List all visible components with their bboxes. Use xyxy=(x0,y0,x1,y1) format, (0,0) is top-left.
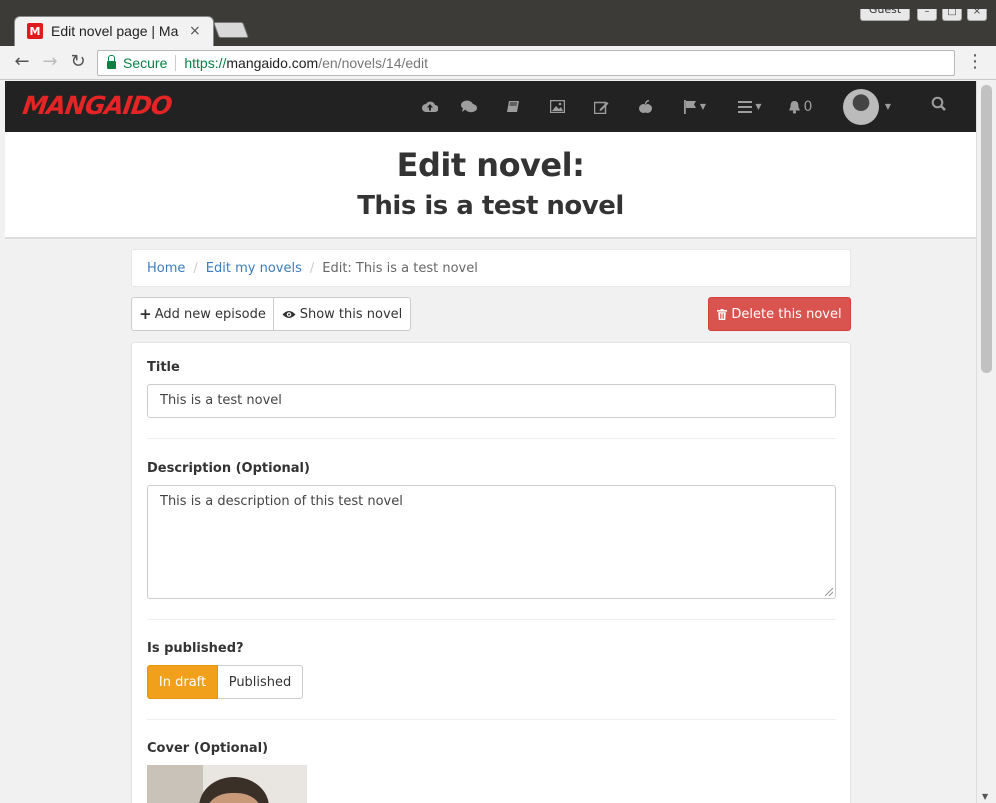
breadcrumb: Home / Edit my novels / Edit: This is a … xyxy=(131,249,851,287)
page-scrollbar[interactable]: ▼ xyxy=(976,81,996,803)
apple-icon[interactable] xyxy=(623,81,667,132)
page-title: Edit novel: xyxy=(396,146,585,184)
trash-icon xyxy=(717,308,728,320)
book-icon[interactable] xyxy=(491,81,535,132)
url-path: /en/novels/14/edit xyxy=(318,55,428,71)
title-input[interactable]: This is a test novel xyxy=(147,384,836,418)
description-text: This is a description of this test novel xyxy=(160,494,403,509)
edit-novel-form: Title This is a test novel Description (… xyxy=(131,342,851,803)
favicon-icon: M xyxy=(27,23,43,39)
title-label: Title xyxy=(147,360,180,375)
flag-dropdown-button[interactable]: ▼ xyxy=(667,81,723,132)
window-maximize-button[interactable]: □ xyxy=(942,9,962,21)
address-separator xyxy=(175,55,177,71)
breadcrumb-current: Edit: This is a test novel xyxy=(322,260,478,276)
published-label: Is published? xyxy=(147,641,244,656)
menu-dropdown-button[interactable]: ▼ xyxy=(723,81,777,132)
page-header: Edit novel: This is a test novel xyxy=(5,132,976,239)
chevron-down-icon: ▼ xyxy=(699,102,707,111)
tab-close-icon[interactable]: × xyxy=(189,23,201,39)
resize-handle-icon[interactable] xyxy=(825,588,833,596)
published-toggle[interactable]: Published xyxy=(218,665,303,699)
url-scheme: https:// xyxy=(184,55,227,71)
breadcrumb-separator: / xyxy=(309,260,315,276)
guest-profile-button[interactable]: Guest xyxy=(860,9,910,21)
user-menu-button[interactable]: ▼ xyxy=(823,81,891,132)
tab-title: Edit novel page | Ma xyxy=(51,23,179,39)
avatar xyxy=(842,88,879,125)
breadcrumb-home[interactable]: Home xyxy=(147,261,185,276)
lock-icon xyxy=(107,55,116,69)
browser-tab-content[interactable]: M Edit novel page | Ma × xyxy=(22,16,210,46)
eye-icon xyxy=(282,310,296,318)
reload-icon[interactable]: ↻ xyxy=(66,50,90,74)
plus-icon: + xyxy=(139,305,152,323)
menu-icon xyxy=(738,100,753,113)
add-episode-button[interactable]: + Add new episode xyxy=(131,297,274,331)
site-logo[interactable]: MANGAIDO xyxy=(21,91,173,120)
window-close-button[interactable]: × xyxy=(967,9,987,21)
cover-image[interactable] xyxy=(147,765,307,803)
forward-icon[interactable]: → xyxy=(38,50,62,74)
divider xyxy=(147,719,836,720)
delete-novel-label: Delete this novel xyxy=(731,306,842,322)
page-subtitle: This is a test novel xyxy=(357,191,624,221)
show-novel-button[interactable]: Show this novel xyxy=(273,297,411,331)
window-minimize-button[interactable]: – xyxy=(917,9,937,21)
chevron-down-icon: ▼ xyxy=(755,102,762,111)
browser-menu-icon[interactable]: ⋮ xyxy=(966,51,984,73)
scrollbar-thumb[interactable] xyxy=(981,85,992,373)
image-icon[interactable] xyxy=(535,81,579,132)
cover-label: Cover (Optional) xyxy=(147,741,269,756)
comments-icon[interactable] xyxy=(447,81,491,132)
address-bar[interactable]: Secure https:// mangaido.com /en/novels/… xyxy=(97,50,955,76)
scroll-down-icon[interactable]: ▼ xyxy=(982,792,988,801)
show-novel-label: Show this novel xyxy=(299,306,403,322)
edit-icon[interactable] xyxy=(579,81,623,132)
new-tab-button[interactable] xyxy=(213,22,249,38)
in-draft-toggle[interactable]: In draft xyxy=(147,665,218,699)
description-label: Description (Optional) xyxy=(147,461,310,476)
upload-icon[interactable] xyxy=(413,81,447,132)
page-viewport: MANGAIDO ▼ ▼ 0 ▼ Edit novel: This is a t… xyxy=(5,81,976,803)
notification-count: 0 xyxy=(803,98,813,115)
site-navbar: MANGAIDO ▼ ▼ 0 ▼ xyxy=(5,81,976,132)
add-episode-label: Add new episode xyxy=(154,306,266,322)
bell-icon xyxy=(788,100,800,114)
delete-novel-button[interactable]: Delete this novel xyxy=(708,297,851,331)
breadcrumb-separator: / xyxy=(193,260,198,276)
search-icon[interactable] xyxy=(931,96,947,116)
nav-icons: ▼ ▼ 0 ▼ xyxy=(413,81,891,132)
url-host: mangaido.com xyxy=(226,55,319,71)
chevron-down-icon: ▼ xyxy=(884,102,891,111)
browser-toolbar: ← → ↻ Secure https:// mangaido.com /en/n… xyxy=(0,46,996,80)
secure-label: Secure xyxy=(123,55,168,71)
divider xyxy=(147,619,836,620)
notifications-button[interactable]: 0 xyxy=(777,81,823,132)
flag-icon xyxy=(683,99,696,114)
description-textarea[interactable]: This is a description of this test novel xyxy=(147,485,836,599)
breadcrumb-my-novels[interactable]: Edit my novels xyxy=(206,261,302,276)
back-icon[interactable]: ← xyxy=(10,50,34,74)
divider xyxy=(147,438,836,439)
